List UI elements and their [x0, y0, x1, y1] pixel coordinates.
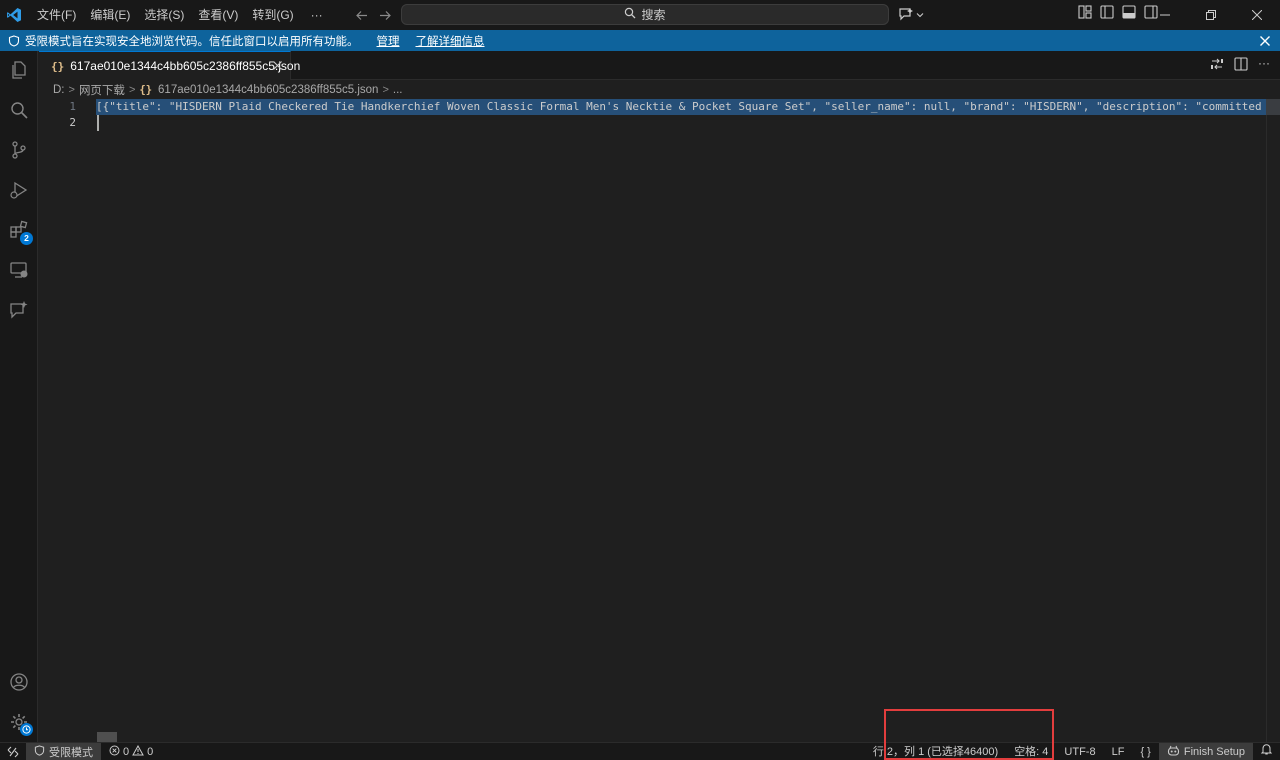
chevron-down-icon: [916, 8, 924, 22]
shield-icon: [8, 34, 20, 47]
accounts-icon[interactable]: [0, 663, 38, 701]
compare-changes-icon[interactable]: [1210, 57, 1224, 74]
clock-icon: [20, 723, 33, 736]
search-view-icon[interactable]: [0, 91, 38, 129]
title-bar: 文件(F) 编辑(E) 选择(S) 查看(V) 转到(G) ··· 搜索: [0, 0, 1280, 30]
menu-go[interactable]: 转到(G): [245, 0, 300, 30]
bell-icon[interactable]: [1253, 743, 1280, 760]
banner-manage-link[interactable]: 管理: [377, 33, 400, 49]
code-editor[interactable]: 1 2 [{"title": "HISDERN Plaid Checkered …: [39, 99, 1280, 742]
editor-tab-bar: {} 617ae010e1344c4bb605c2386ff855c5.json…: [39, 51, 1280, 80]
banner-message: 受限模式旨在实现安全地浏览代码。信任此窗口以启用所有功能。: [25, 35, 359, 48]
line-number: 1: [69, 100, 76, 113]
extensions-badge: 2: [20, 232, 33, 245]
encoding[interactable]: UTF-8: [1056, 743, 1103, 760]
toggle-panel-icon[interactable]: [1122, 5, 1136, 22]
status-bar: 受限模式 0 0 行 2，列 1 (已选择46400) 空格: 4 UTF-8 …: [0, 742, 1280, 760]
restricted-mode-label: 受限模式: [49, 746, 93, 759]
menu-selection[interactable]: 选择(S): [137, 0, 191, 30]
horizontal-scrollbar-thumb[interactable]: [97, 732, 117, 742]
command-center-search[interactable]: 搜索: [401, 4, 889, 25]
restore-icon[interactable]: [1188, 0, 1234, 30]
banner-learn-more-link[interactable]: 了解详细信息: [416, 33, 485, 49]
cursor-position[interactable]: 行 2，列 1 (已选择46400): [865, 743, 1006, 760]
end-of-line[interactable]: LF: [1104, 743, 1133, 760]
restricted-mode-banner: 受限模式旨在实现安全地浏览代码。信任此窗口以启用所有功能。 管理 了解详细信息: [0, 30, 1280, 51]
menu-more[interactable]: ···: [301, 0, 333, 30]
status-right-items: 行 2，列 1 (已选择46400) 空格: 4 UTF-8 LF { } Fi…: [865, 743, 1280, 760]
warning-count: 0: [147, 745, 154, 758]
editor-tab-json[interactable]: {} 617ae010e1344c4bb605c2386ff855c5.json: [39, 51, 300, 80]
restricted-mode-status[interactable]: 受限模式: [26, 742, 101, 760]
extensions-icon[interactable]: 2: [0, 211, 38, 249]
menu-edit[interactable]: 编辑(E): [83, 0, 137, 30]
back-arrow-icon[interactable]: [352, 6, 370, 24]
shield-icon: [34, 744, 45, 759]
activity-bar: 2: [0, 51, 38, 743]
close-window-icon[interactable]: [1234, 0, 1280, 30]
remote-explorer-icon[interactable]: [0, 251, 38, 289]
finish-setup-button[interactable]: Finish Setup: [1158, 743, 1253, 760]
code-line[interactable]: [{"title": "HISDERN Plaid Checkered Tie …: [96, 99, 1280, 115]
customize-layout-icon[interactable]: [1078, 5, 1092, 22]
json-file-icon: {}: [139, 83, 153, 96]
editor-actions: ···: [1210, 57, 1270, 74]
run-debug-icon[interactable]: [0, 171, 38, 209]
text-cursor: [97, 115, 99, 131]
split-editor-icon[interactable]: [1234, 57, 1248, 74]
copilot-icon: [1167, 745, 1180, 760]
forward-arrow-icon[interactable]: [376, 6, 394, 24]
more-actions-icon[interactable]: ···: [1258, 57, 1270, 74]
chevron-right-icon: >: [128, 83, 136, 96]
source-control-icon[interactable]: [0, 131, 38, 169]
breadcrumb-folder[interactable]: 网页下载: [79, 82, 125, 98]
close-icon[interactable]: [1260, 33, 1270, 49]
chevron-right-icon: >: [68, 83, 75, 96]
indentation[interactable]: 空格: 4: [1006, 743, 1056, 760]
error-icon: [109, 745, 120, 759]
code-line[interactable]: [96, 115, 1280, 131]
scrollbar-selection-marker: [1266, 99, 1280, 115]
chat-icon[interactable]: [0, 291, 38, 329]
finish-setup-label: Finish Setup: [1183, 746, 1245, 758]
remote-indicator-icon[interactable]: [0, 743, 26, 760]
menu-file[interactable]: 文件(F): [30, 0, 83, 30]
warning-icon: [132, 744, 144, 759]
search-label: 搜索: [641, 8, 666, 22]
copilot-icon: [898, 7, 914, 24]
menu-view[interactable]: 查看(V): [191, 0, 245, 30]
chevron-right-icon: >: [382, 83, 389, 96]
breadcrumb-symbols[interactable]: ...: [393, 84, 403, 96]
vertical-scrollbar[interactable]: [1266, 99, 1280, 742]
manage-gear-icon[interactable]: [0, 703, 38, 741]
language-mode[interactable]: { }: [1132, 743, 1158, 760]
breadcrumb-drive[interactable]: D:: [53, 84, 65, 96]
copilot-chat-button[interactable]: [898, 5, 924, 25]
tab-close-icon[interactable]: [273, 58, 282, 73]
problems-status[interactable]: 0 0: [101, 744, 161, 759]
toggle-primary-sidebar-icon[interactable]: [1100, 5, 1114, 22]
menu-bar: 文件(F) 编辑(E) 选择(S) 查看(V) 转到(G) ···: [30, 0, 333, 30]
tab-filename: 617ae010e1344c4bb605c2386ff855c5.json: [70, 59, 301, 73]
window-controls: [1142, 0, 1280, 30]
breadcrumb-file[interactable]: 617ae010e1344c4bb605c2386ff855c5.json: [158, 84, 378, 96]
vscode-logo-icon: [0, 0, 28, 30]
json-file-icon: {}: [51, 59, 65, 73]
error-count: 0: [123, 745, 130, 758]
search-icon: [624, 7, 636, 22]
breadcrumb: D: > 网页下载 > {} 617ae010e1344c4bb605c2386…: [39, 80, 402, 99]
minimize-icon[interactable]: [1142, 0, 1188, 30]
navigation-arrows: [352, 0, 394, 30]
line-number: 2: [69, 116, 76, 129]
explorer-icon[interactable]: [0, 51, 38, 89]
